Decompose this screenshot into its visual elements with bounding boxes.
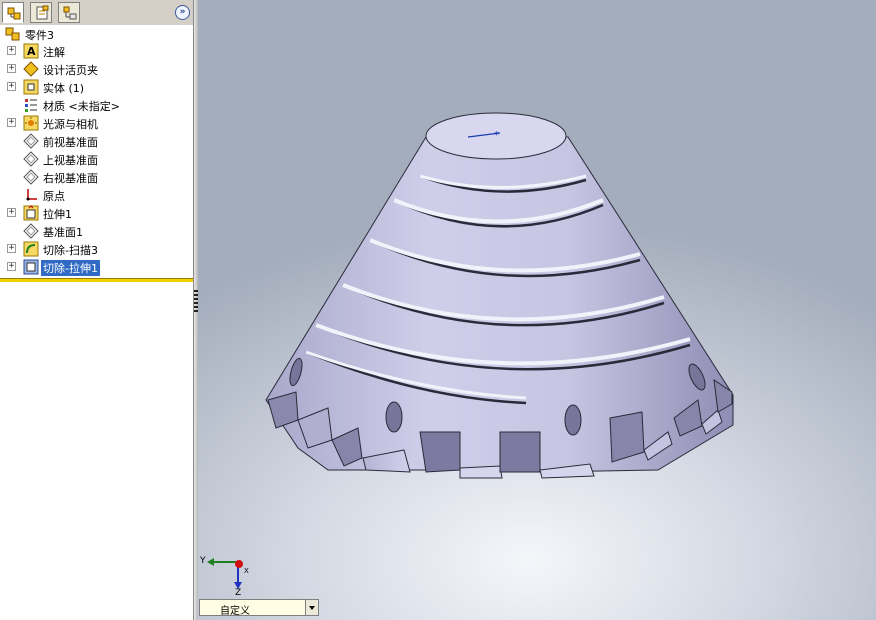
expand-toggle[interactable]: + xyxy=(7,208,16,217)
collapse-panel-button[interactable]: » xyxy=(175,5,190,20)
lights-cameras-icon xyxy=(22,114,40,132)
tree-item-label: 原点 xyxy=(43,190,65,203)
part-icon xyxy=(4,25,22,43)
plane-icon xyxy=(22,150,40,168)
reference-triad: Y Z X xyxy=(198,550,258,600)
expand-toggle[interactable]: + xyxy=(7,46,16,55)
property-manager-icon xyxy=(36,5,49,20)
tree-item-solid-bodies[interactable]: + 实体 (1) xyxy=(0,78,193,96)
tab-feature-manager[interactable] xyxy=(2,2,24,23)
tree-item-label: 实体 (1) xyxy=(43,82,85,95)
triad-x-label: X xyxy=(244,567,249,575)
triad-y-label: Y xyxy=(200,556,206,566)
chevron-down-icon[interactable] xyxy=(305,600,318,615)
design-binder-icon xyxy=(22,60,40,78)
expand-toggle[interactable]: + xyxy=(7,118,16,127)
material-icon xyxy=(22,96,40,114)
graphics-viewport[interactable]: * Y Z X 自定义 xyxy=(198,0,876,620)
tree-item-lights-cameras[interactable]: + 光源与相机 xyxy=(0,114,193,132)
configuration-manager-icon xyxy=(63,6,77,20)
rollback-bar[interactable] xyxy=(0,278,193,282)
tree-item-label: 切除-扫描3 xyxy=(43,244,98,257)
tree-item-material[interactable]: 材质 <未指定> xyxy=(0,96,193,114)
tree-item-extrude1[interactable]: + 拉伸1 xyxy=(0,204,193,222)
tab-property-manager[interactable] xyxy=(30,2,52,23)
cone-part-model[interactable]: * xyxy=(198,0,876,620)
extrude-icon xyxy=(22,204,40,222)
tree-item-label: 右视基准面 xyxy=(43,172,98,185)
cut-extrude-icon xyxy=(22,258,40,276)
panel-tab-bar: » xyxy=(0,0,193,26)
expand-toggle[interactable]: + xyxy=(7,244,16,253)
view-orientation-dropdown[interactable]: 自定义 xyxy=(199,599,319,617)
tree-root-part[interactable]: 零件3 xyxy=(0,25,193,43)
tree-item-front-plane[interactable]: 前视基准面 xyxy=(0,132,193,150)
origin-icon xyxy=(22,186,40,204)
expand-toggle[interactable]: + xyxy=(7,82,16,91)
feature-tree: 零件3 + A 注解 + 设计活页夹 + 实体 (1) 材质 <未指定> + 光… xyxy=(0,25,193,620)
sketch-origin-icon: * xyxy=(494,130,499,141)
annotation-icon: A xyxy=(22,42,40,60)
tab-configuration-manager[interactable] xyxy=(58,2,80,23)
tree-item-label: 设计活页夹 xyxy=(43,64,98,77)
triad-z-label: Z xyxy=(235,588,242,598)
tree-item-label: 切除-拉伸1 xyxy=(41,260,100,276)
tree-item-origin[interactable]: 原点 xyxy=(0,186,193,204)
tree-item-label: 拉伸1 xyxy=(43,208,72,221)
expand-toggle[interactable]: + xyxy=(7,64,16,73)
expand-toggle[interactable]: + xyxy=(7,262,16,271)
tree-item-annotations[interactable]: + A 注解 xyxy=(0,42,193,60)
tree-item-design-binder[interactable]: + 设计活页夹 xyxy=(0,60,193,78)
plane-icon xyxy=(22,222,40,240)
plane-icon xyxy=(22,132,40,150)
svg-text:A: A xyxy=(27,45,36,58)
tree-item-plane1[interactable]: 基准面1 xyxy=(0,222,193,240)
feature-manager-panel: » 零件3 + A 注解 + 设计活页夹 + 实体 (1) 材质 <未指定> +… xyxy=(0,0,194,620)
cut-sweep-icon xyxy=(22,240,40,258)
tree-item-label: 上视基准面 xyxy=(43,154,98,167)
feature-manager-icon xyxy=(7,7,21,20)
plane-icon xyxy=(22,168,40,186)
tree-item-label: 注解 xyxy=(43,46,65,59)
tree-item-label: 光源与相机 xyxy=(43,118,98,131)
tree-item-cut-extrude1[interactable]: + 切除-拉伸1 xyxy=(0,258,193,276)
tree-item-top-plane[interactable]: 上视基准面 xyxy=(0,150,193,168)
tree-root-label: 零件3 xyxy=(25,29,54,42)
tree-item-cut-sweep3[interactable]: + 切除-扫描3 xyxy=(0,240,193,258)
tree-item-right-plane[interactable]: 右视基准面 xyxy=(0,168,193,186)
tree-item-label: 前视基准面 xyxy=(43,136,98,149)
solid-bodies-icon xyxy=(22,78,40,96)
tree-item-label: 材质 <未指定> xyxy=(43,100,120,113)
tree-item-label: 基准面1 xyxy=(43,226,83,239)
view-orientation-value: 自定义 xyxy=(220,606,250,617)
